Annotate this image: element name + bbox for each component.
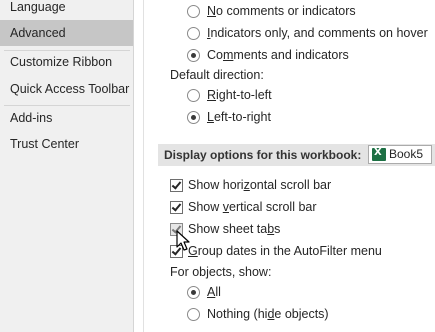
sidebar-item-label: Advanced — [10, 26, 66, 40]
section-title: Display options for this workbook: — [164, 148, 362, 162]
label-group-dates: Group dates in the AutoFilter menu — [188, 244, 382, 258]
label-left-to-right: Left-to-right — [207, 110, 271, 124]
sidebar-item-advanced[interactable]: Advanced — [0, 20, 133, 46]
sidebar-item-label: Trust Center — [10, 137, 80, 151]
label-comments-and-indicators: Comments and indicators — [207, 48, 349, 62]
workbook-select[interactable]: Book5 — [368, 145, 432, 164]
options-sidebar: Language Advanced Customize Ribbon Quick… — [0, 0, 134, 332]
sidebar-item-customize-ribbon[interactable]: Customize Ribbon — [0, 49, 133, 75]
content-left-border — [143, 0, 144, 332]
radio-all[interactable] — [187, 286, 200, 299]
sidebar-item-label: Customize Ribbon — [10, 55, 113, 69]
sidebar-item-trust-center[interactable]: Trust Center — [0, 131, 133, 157]
sidebar-item-label: Quick Access Toolbar — [10, 82, 130, 96]
label-right-to-left: Right-to-left — [207, 88, 272, 102]
workbook-display-options-header: Display options for this workbook: Book5 — [158, 144, 435, 166]
radio-right-to-left[interactable] — [187, 89, 200, 102]
sidebar-item-add-ins[interactable]: Add-ins — [0, 105, 133, 131]
for-objects-label: For objects, show: — [170, 265, 272, 279]
radio-comments-and-indicators[interactable] — [187, 49, 200, 62]
radio-nothing-hide-objects[interactable] — [187, 308, 200, 321]
label-vertical-scroll-bar: Show vertical scroll bar — [188, 200, 317, 214]
mouse-pointer-icon — [176, 230, 190, 251]
default-direction-label: Default direction: — [170, 68, 264, 82]
sidebar-item-language[interactable]: Language — [0, 0, 133, 20]
label-horizontal-scroll-bar: Show horizontal scroll bar — [188, 178, 332, 192]
sidebar-item-label: Language — [10, 0, 66, 14]
sidebar-item-quick-access-toolbar[interactable]: Quick Access Toolbar — [0, 76, 133, 102]
checkbox-vertical-scroll-bar[interactable] — [170, 201, 183, 214]
excel-icon — [372, 147, 386, 161]
label-no-comments: No comments or indicators — [207, 4, 356, 18]
label-sheet-tabs: Show sheet tabs — [188, 222, 281, 236]
radio-left-to-right[interactable] — [187, 111, 200, 124]
workbook-name: Book5 — [389, 147, 424, 161]
label-nothing-hide-objects: Nothing (hide objects) — [207, 307, 329, 321]
radio-no-comments[interactable] — [187, 5, 200, 18]
sidebar-item-label: Add-ins — [10, 111, 53, 125]
label-indicators-only: Indicators only, and comments on hover — [207, 26, 428, 40]
checkbox-horizontal-scroll-bar[interactable] — [170, 179, 183, 192]
label-all: All — [207, 285, 221, 299]
radio-indicators-only[interactable] — [187, 27, 200, 40]
